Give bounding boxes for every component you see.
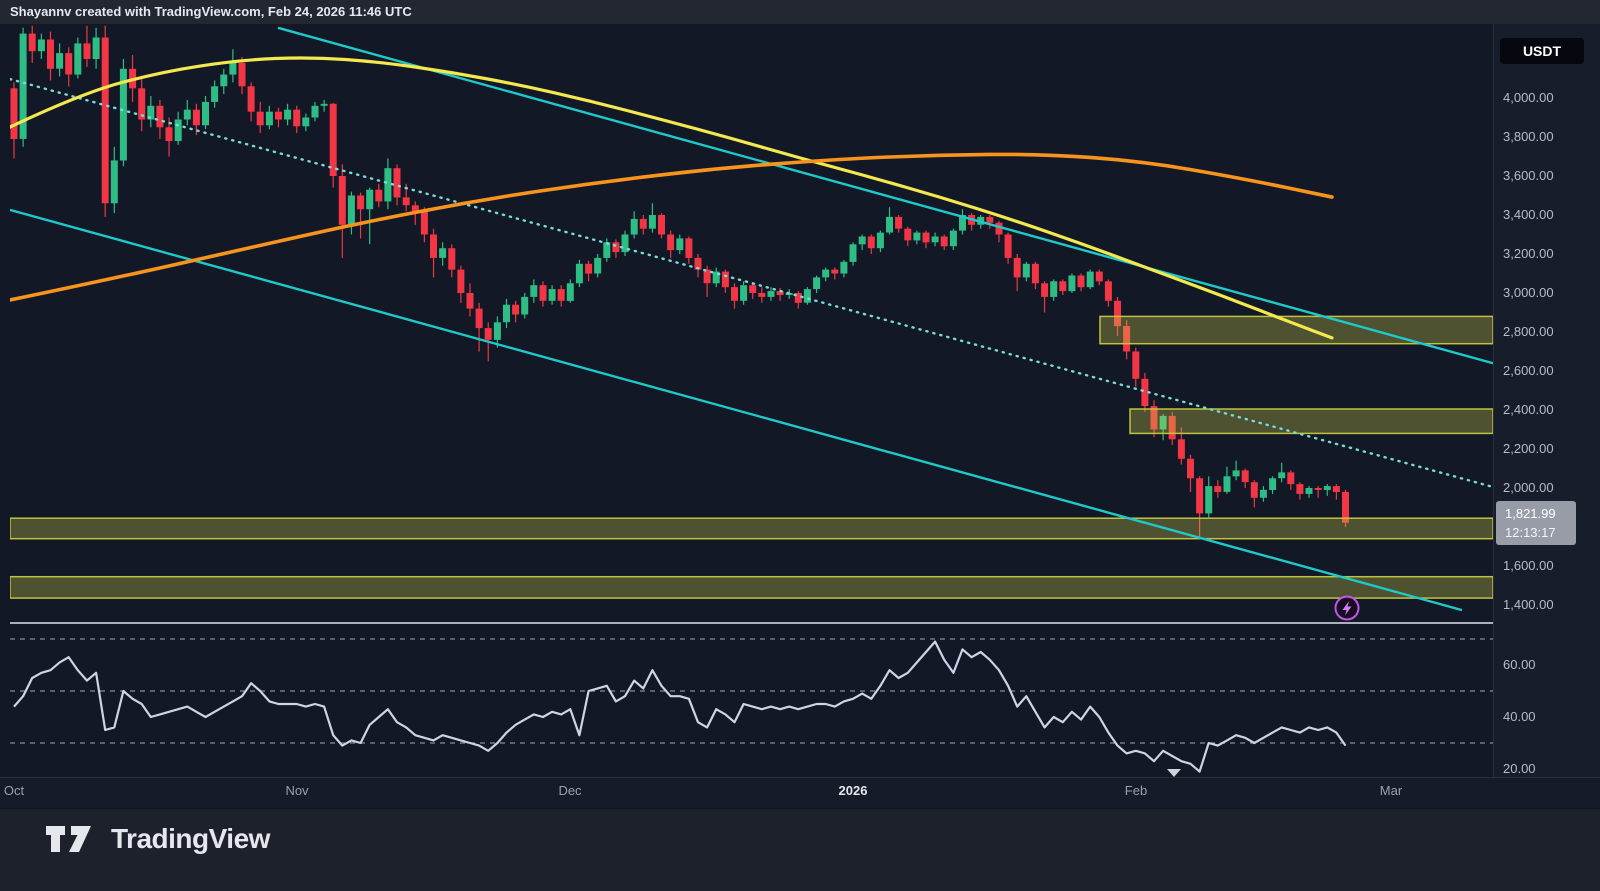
support-zone-1800 [10, 518, 1493, 539]
last-price-label: 1,821.99 12:13:17 [1496, 501, 1576, 545]
realtime-caret-icon[interactable] [1167, 769, 1181, 777]
resistance-zone-2800 [1100, 316, 1493, 343]
ma-orange-line [10, 154, 1332, 300]
rsi-line [14, 642, 1346, 772]
chart-canvas[interactable] [0, 0, 1600, 891]
tradingview-logo-text: TradingView [111, 823, 270, 855]
last-price-value: 1,821.99 [1505, 504, 1576, 523]
resistance-zone-2350 [1130, 409, 1493, 433]
channel-top-trendline [278, 28, 1493, 363]
tradingview-logo: TradingView [45, 822, 270, 856]
support-resistance-zones [10, 316, 1493, 598]
flash-boost-icon[interactable] [1336, 597, 1359, 620]
ma-yellow-line [10, 58, 1332, 338]
rsi-gridlines [10, 639, 1493, 743]
quote-currency-button[interactable]: USDT [1500, 38, 1584, 64]
bar-countdown: 12:13:17 [1505, 523, 1576, 542]
support-zone-1500 [10, 577, 1493, 598]
tradingview-chart-screenshot: Shayannv created with TradingView.com, F… [0, 0, 1600, 891]
tradingview-logo-icon [45, 822, 97, 856]
candlestick-series [11, 26, 1350, 537]
channel-median-dotted-line [10, 79, 1493, 487]
